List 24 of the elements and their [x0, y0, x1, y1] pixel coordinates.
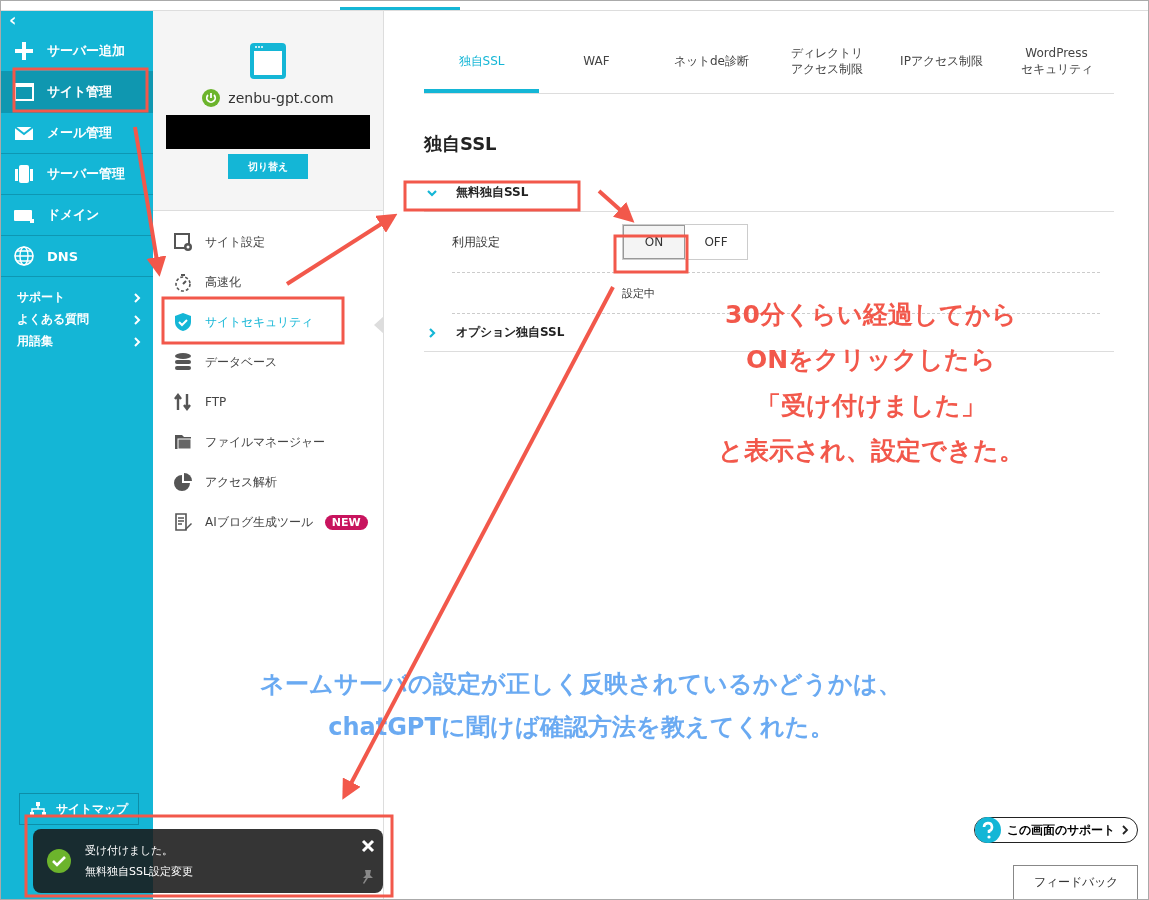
tab[interactable]: IPアクセス制限: [884, 33, 999, 93]
site-menu-item[interactable]: AIブログ生成ツール NEW: [173, 511, 383, 533]
tab[interactable]: WAF: [539, 33, 654, 93]
page-heading: 独自SSL: [424, 132, 498, 156]
site-menu-item[interactable]: ファイルマネージャー: [173, 431, 383, 453]
site-menu-item[interactable]: データベース: [173, 351, 383, 373]
tab[interactable]: ネットde診断: [654, 33, 769, 93]
tab[interactable]: ディレクトリ アクセス制限: [769, 33, 884, 93]
site-menu-item[interactable]: 高速化: [173, 271, 383, 293]
site-menu-item[interactable]: アクセス解析: [173, 471, 383, 493]
status-text: 設定中: [622, 285, 655, 301]
site-menu-item[interactable]: サイト設定: [173, 231, 383, 253]
section-header[interactable]: 無料独自SSL: [424, 174, 1114, 212]
site-menu-item[interactable]: FTP: [173, 391, 383, 413]
annotation-text: と表示され、設定できた。: [718, 434, 1024, 466]
annotation-text: 「受け付けました」: [756, 389, 986, 421]
new-badge: NEW: [324, 514, 368, 530]
toast-message: 無料独自SSL設定変更: [85, 864, 194, 879]
support-button[interactable]: この画面のサポート: [974, 817, 1138, 843]
domain-name: zenbu-gpt.com: [228, 90, 334, 106]
toast-title: 受け付けました。: [85, 843, 174, 858]
feedback-button[interactable]: フィードバック: [1013, 865, 1138, 899]
setting-label: 利用設定: [452, 233, 501, 251]
tab[interactable]: WordPress セキュリティ: [999, 33, 1114, 93]
